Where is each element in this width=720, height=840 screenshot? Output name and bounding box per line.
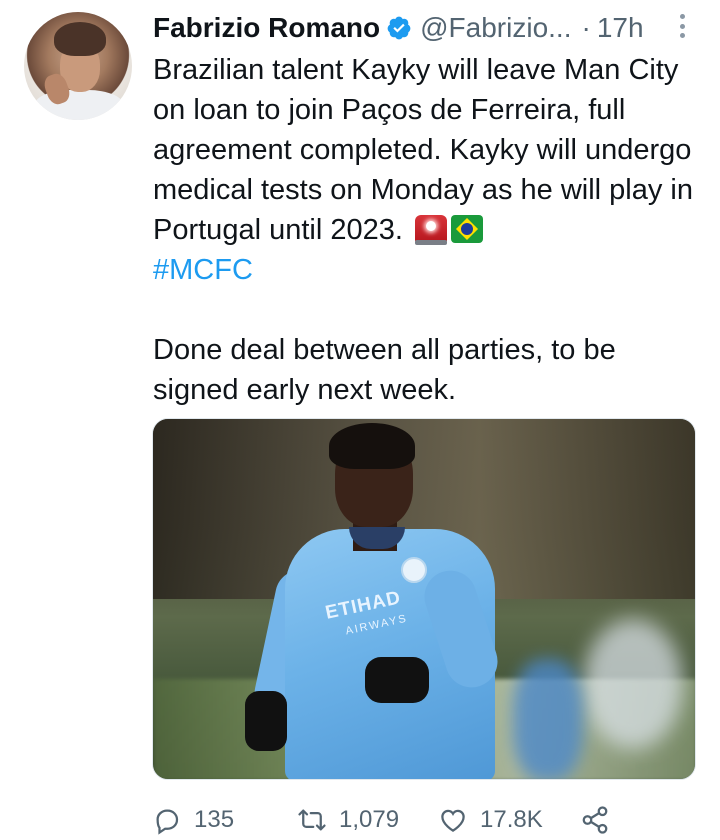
retweet-button[interactable]: 1,079 bbox=[297, 805, 399, 835]
tweet-header: Fabrizio Romano @Fabrizio... · 17h bbox=[153, 8, 644, 48]
tweet-paragraph-2: Done deal between all parties, to be sig… bbox=[153, 334, 616, 406]
more-options-icon[interactable] bbox=[672, 12, 692, 40]
author-name[interactable]: Fabrizio Romano bbox=[153, 12, 380, 44]
reply-button[interactable]: 135 bbox=[152, 805, 234, 835]
player-hair bbox=[329, 423, 415, 469]
like-count: 17.8K bbox=[480, 806, 543, 833]
tweet-paragraph-1: Brazilian talent Kayky will leave Man Ci… bbox=[153, 50, 693, 250]
author-avatar[interactable] bbox=[24, 12, 132, 120]
tweet-text: Brazilian talent Kayky will leave Man Ci… bbox=[153, 50, 693, 410]
tweet-photo[interactable]: ETIHAD AIRWAYS bbox=[152, 418, 696, 780]
more-dot bbox=[679, 14, 685, 19]
photo-background-player bbox=[513, 659, 583, 779]
more-dot bbox=[679, 33, 685, 38]
club-crest-icon bbox=[401, 557, 427, 583]
player-left-glove bbox=[245, 691, 287, 751]
tweet-actions: 135 1,079 17.8K bbox=[152, 800, 712, 840]
player-right-glove bbox=[365, 657, 429, 703]
avatar-hair bbox=[54, 22, 106, 56]
heart-icon bbox=[441, 809, 465, 832]
photo-background-light bbox=[583, 619, 683, 749]
verified-badge-icon bbox=[387, 16, 411, 40]
more-dot bbox=[679, 23, 685, 29]
share-button[interactable] bbox=[580, 805, 610, 835]
reply-icon bbox=[156, 809, 179, 835]
reply-count: 135 bbox=[194, 806, 235, 833]
separator-dot: · bbox=[581, 12, 591, 43]
share-icon bbox=[582, 806, 608, 834]
tweet-timestamp[interactable]: 17h bbox=[597, 12, 644, 44]
retweet-icon bbox=[298, 809, 326, 831]
siren-emoji bbox=[414, 215, 447, 245]
like-button[interactable]: 17.8K bbox=[438, 805, 543, 835]
brazil-flag-emoji bbox=[450, 215, 483, 243]
retweet-count: 1,079 bbox=[339, 806, 400, 833]
hashtag-link[interactable]: #MCFC bbox=[153, 250, 693, 290]
author-handle[interactable]: @Fabrizio... bbox=[420, 12, 571, 44]
